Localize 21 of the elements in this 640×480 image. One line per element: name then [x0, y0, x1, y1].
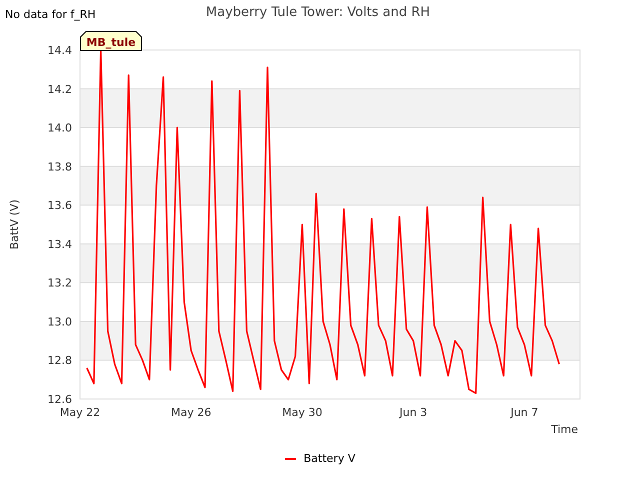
x-tick-label: May 30 — [282, 406, 322, 419]
x-axis-title: Time — [551, 423, 578, 436]
y-tick-label: 13.8 — [48, 160, 72, 174]
y-tick-label: 13.4 — [48, 238, 72, 251]
y-tick-label: 13.0 — [48, 315, 72, 328]
y-tick-label: 14.4 — [48, 44, 72, 57]
y-tick-label: 14.0 — [48, 122, 72, 135]
y-tick-label: 12.6 — [48, 393, 72, 406]
no-data-notice: No data for f_RH — [5, 8, 96, 21]
station-tag: MB_tule — [80, 31, 142, 51]
legend-label: Battery V — [304, 452, 356, 465]
x-tick-label: May 22 — [60, 406, 100, 419]
y-axis-title: BattV (V) — [8, 199, 21, 250]
x-tick-label: Jun 7 — [510, 406, 538, 419]
x-tick-label: May 26 — [170, 406, 212, 419]
x-tick-label: Jun 3 — [400, 406, 428, 419]
chart-title: Mayberry Tule Tower: Volts and RH — [206, 5, 430, 20]
y-tick-label: 13.6 — [48, 199, 72, 212]
y-tick-label: 13.2 — [48, 276, 72, 290]
y-tick-label: 12.8 — [48, 354, 72, 368]
y-tick-label: 14.2 — [48, 82, 72, 96]
